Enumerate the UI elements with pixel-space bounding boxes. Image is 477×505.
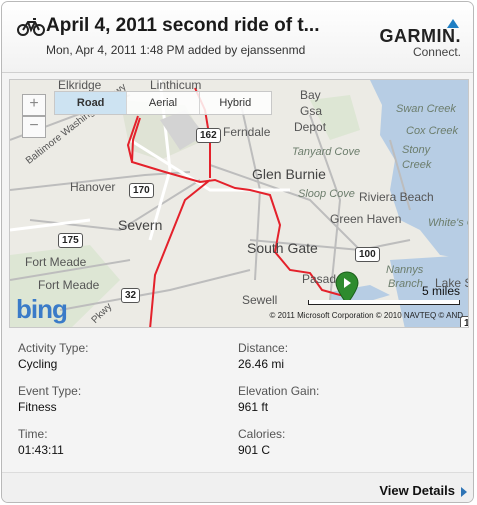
route-shield-32: 32 bbox=[121, 288, 141, 303]
activity-type-label: Activity Type: bbox=[18, 341, 89, 355]
map-label-pasadena: Pasad bbox=[302, 272, 337, 286]
map-label-creek: Creek bbox=[402, 159, 432, 171]
map-label-whites-cove: White's C bbox=[428, 217, 468, 229]
tab-aerial[interactable]: Aerial bbox=[127, 92, 200, 114]
route-shield-175: 175 bbox=[58, 233, 83, 248]
elevation-gain-label: Elevation Gain: bbox=[238, 384, 320, 398]
tab-road[interactable]: Road bbox=[55, 92, 128, 114]
garmin-connect-logo[interactable]: GARMIN. Connect. bbox=[371, 19, 461, 66]
distance-value: 26.46 mi bbox=[238, 357, 285, 371]
bicycle-icon bbox=[17, 18, 45, 36]
zoom-out-button[interactable]: − bbox=[22, 116, 46, 138]
route-shield-100: 100 bbox=[355, 247, 380, 262]
activity-type-value: Cycling bbox=[18, 357, 58, 371]
calories-value: 901 C bbox=[238, 443, 271, 457]
map-label-fort-meade-2: Fort Meade bbox=[38, 278, 100, 292]
card-footer: View Details bbox=[2, 472, 473, 502]
map-label-sewell: Sewell bbox=[242, 293, 278, 307]
event-type-field: Event Type: Fitness bbox=[18, 384, 81, 414]
distance-label: Distance: bbox=[238, 341, 289, 355]
map-label-ferndale: Ferndale bbox=[223, 125, 271, 139]
activity-subtitle: Mon, Apr 4, 2011 1:48 PM added by ejanss… bbox=[46, 43, 306, 57]
activity-card: April 4, 2011 second ride of t... Mon, A… bbox=[1, 1, 474, 503]
map-label-sloop-cove: Sloop Cove bbox=[298, 188, 355, 200]
chevron-right-icon[interactable] bbox=[461, 487, 467, 497]
route-shield-170: 170 bbox=[129, 183, 154, 198]
distance-field: Distance: 26.46 mi bbox=[238, 341, 288, 371]
map-label-severn: Severn bbox=[118, 217, 163, 233]
map-label-cox-creek: Cox Creek bbox=[406, 125, 458, 137]
map-label-riviera-beach: Riviera Beach bbox=[359, 190, 434, 204]
bing-logo: bing bbox=[16, 294, 68, 324]
calories-field: Calories: 901 C bbox=[238, 427, 285, 457]
route-shield-162: 162 bbox=[196, 128, 221, 143]
time-value: 01:43:11 bbox=[18, 443, 64, 457]
map-scale-bar bbox=[308, 300, 460, 305]
zoom-in-button[interactable]: + bbox=[22, 94, 46, 116]
map-label-tanyard-cove: Tanyard Cove bbox=[292, 146, 361, 158]
map-label-branch: Branch bbox=[388, 278, 423, 290]
activity-stats: Activity Type: Cycling Event Type: Fitne… bbox=[2, 330, 473, 480]
elevation-gain-field: Elevation Gain: 961 ft bbox=[238, 384, 319, 414]
map-label-swan-creek: Swan Creek bbox=[396, 103, 456, 115]
event-type-value: Fitness bbox=[18, 400, 57, 414]
map-label-south-gate: South Gate bbox=[247, 240, 318, 256]
activity-type-field: Activity Type: Cycling bbox=[18, 341, 88, 371]
time-label: Time: bbox=[18, 427, 48, 441]
map-label-bay: Bay bbox=[300, 88, 321, 102]
map-label-depot: Depot bbox=[294, 120, 327, 134]
activity-title[interactable]: April 4, 2011 second ride of t... bbox=[46, 15, 319, 37]
map-label-nannys: Nannys bbox=[386, 264, 424, 276]
route-map[interactable]: Elkridge Linthicum Ferndale Glen Burnie … bbox=[9, 79, 469, 328]
calories-label: Calories: bbox=[238, 427, 286, 441]
map-copyright: © 2011 Microsoft Corporation © 2010 NAVT… bbox=[269, 311, 463, 320]
map-label-stony: Stony bbox=[402, 144, 431, 156]
map-type-tabs: Road Aerial Hybrid bbox=[54, 91, 272, 115]
tab-hybrid[interactable]: Hybrid bbox=[200, 92, 271, 114]
map-label-green-haven: Green Haven bbox=[330, 212, 402, 226]
map-label-gsa: Gsa bbox=[300, 104, 323, 118]
event-type-label: Event Type: bbox=[18, 384, 82, 398]
map-label-hanover: Hanover bbox=[70, 180, 116, 194]
map-label-fort-meade-1: Fort Meade bbox=[25, 255, 87, 269]
elevation-gain-value: 961 ft bbox=[238, 400, 269, 414]
card-header: April 4, 2011 second ride of t... Mon, A… bbox=[2, 2, 473, 73]
time-field: Time: 01:43:11 bbox=[18, 427, 64, 457]
map-label-glen-burnie: Glen Burnie bbox=[252, 166, 326, 182]
view-details-link[interactable]: View Details bbox=[379, 483, 455, 498]
map-scale-label: 5 miles bbox=[421, 284, 460, 298]
